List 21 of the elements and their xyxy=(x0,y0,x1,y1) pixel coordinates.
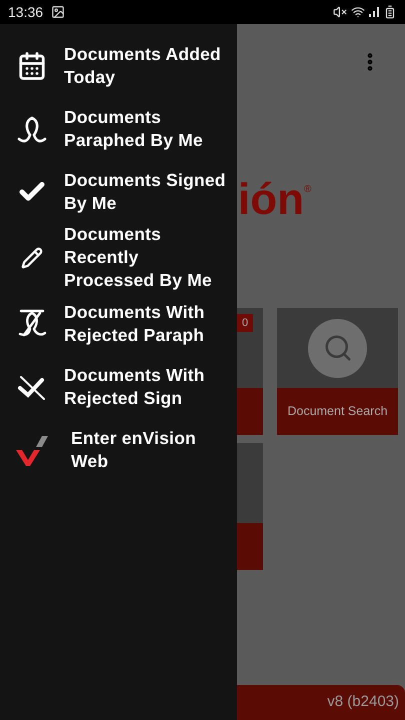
version-text: v8 (b2403) xyxy=(327,692,399,712)
calendar-icon xyxy=(17,50,47,80)
mute-icon xyxy=(333,5,347,19)
count-badge: 0 xyxy=(237,314,254,332)
tile[interactable] xyxy=(237,443,263,570)
battery-icon xyxy=(383,5,397,19)
logo-text: ión xyxy=(238,177,304,223)
drawer-item[interactable]: Documents Added Today xyxy=(0,34,237,97)
image-icon xyxy=(51,5,66,19)
status-time: 13:36 xyxy=(8,2,44,22)
drawer-item[interactable]: Documents With Rejected Sign xyxy=(0,355,237,418)
drawer-item[interactable]: Documents With Rejected Paraph xyxy=(0,292,237,355)
drawer-item[interactable]: Enter enVision Web xyxy=(0,418,237,481)
drawer-item[interactable]: Documents Recently Processed By Me xyxy=(0,223,237,292)
signal-icon xyxy=(368,6,380,18)
pencil-icon xyxy=(21,246,43,268)
drawer-item[interactable]: Documents Signed By Me xyxy=(0,160,237,223)
registered-mark: ® xyxy=(304,183,312,197)
tile-label: Document Search xyxy=(287,403,388,420)
drawer-item[interactable]: Documents Paraphed By Me xyxy=(0,97,237,160)
wifi-icon xyxy=(351,5,365,19)
